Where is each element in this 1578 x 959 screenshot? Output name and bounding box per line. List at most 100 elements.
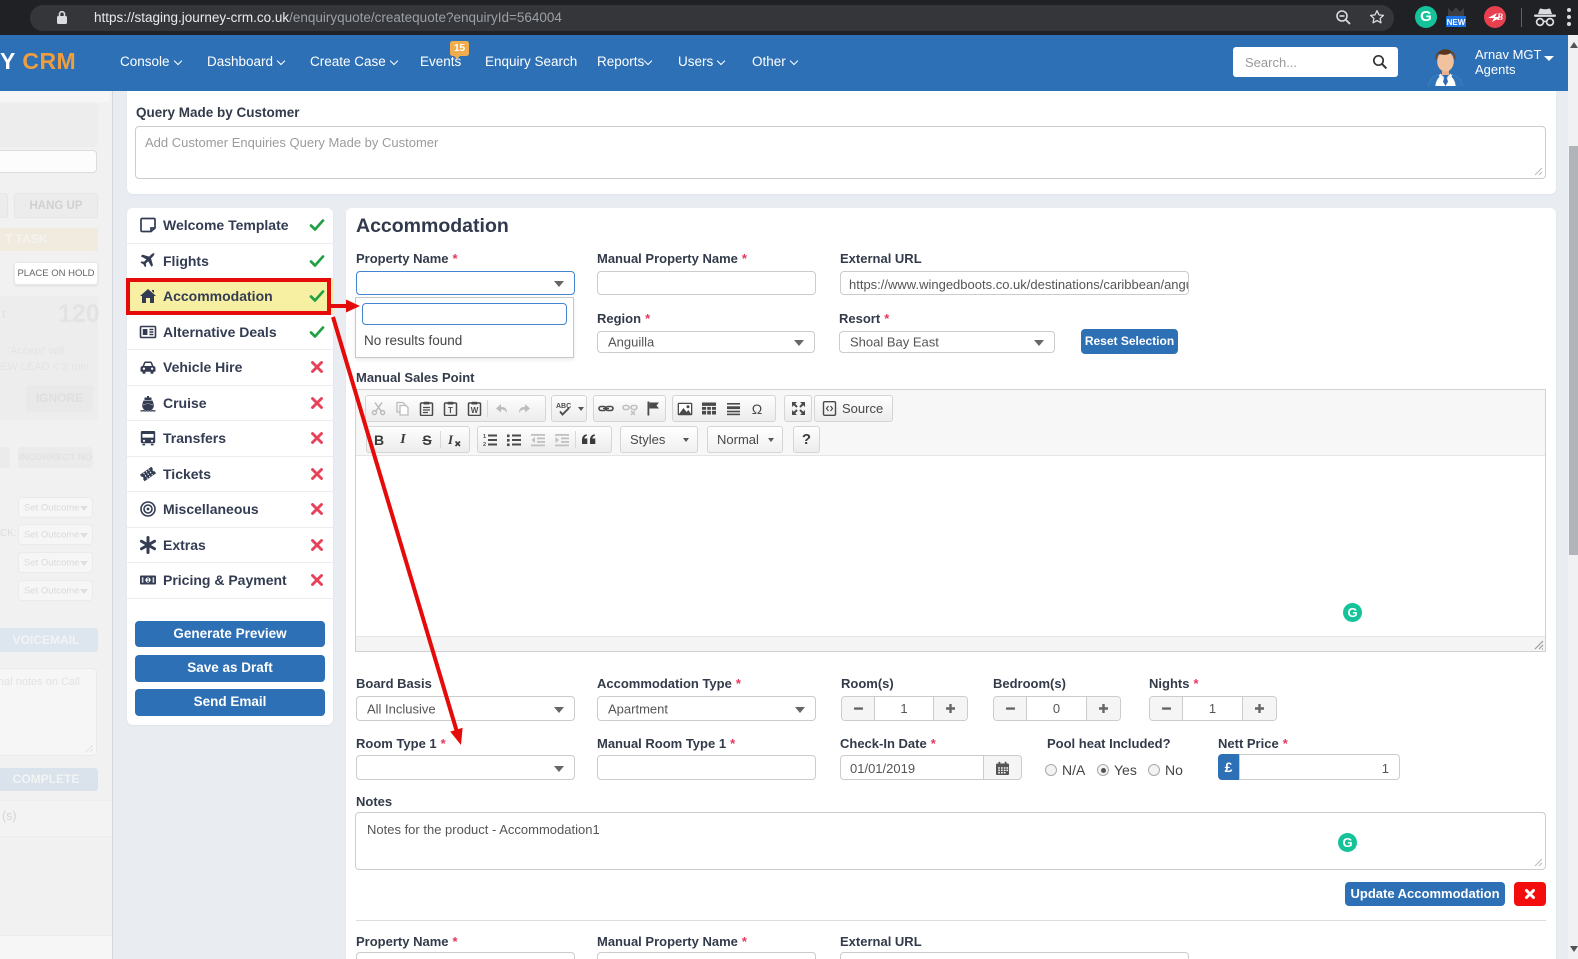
call-notes-textarea[interactable]: nal notes on Call: [0, 668, 97, 756]
bullet-list-icon[interactable]: [502, 427, 526, 452]
pool-heat-na-radio[interactable]: N/A: [1045, 762, 1085, 778]
dropdown-search-input[interactable]: [362, 303, 567, 325]
complete-button[interactable]: COMPLETE: [0, 768, 98, 791]
pool-heat-no-radio[interactable]: No: [1148, 762, 1183, 778]
region-select[interactable]: Anguilla: [597, 331, 815, 353]
sidebar-item-miscellaneous[interactable]: Miscellaneous: [127, 492, 333, 528]
sidebar-item-welcome-template[interactable]: Welcome Template: [127, 208, 333, 244]
rooms-increment-button[interactable]: [934, 697, 967, 720]
user-avatar[interactable]: [1427, 45, 1464, 86]
copy-icon[interactable]: [390, 396, 414, 421]
maximize-icon[interactable]: [785, 396, 811, 421]
grammarly-extension-icon[interactable]: G: [1415, 6, 1437, 28]
call-button[interactable]: [0, 193, 8, 218]
nav-enquiry-search[interactable]: Enquiry Search: [485, 54, 577, 69]
external-url-input-2[interactable]: [840, 952, 1189, 959]
nav-create-case[interactable]: Create Case: [310, 54, 399, 69]
paste-word-icon[interactable]: W: [462, 396, 486, 421]
property-name-select[interactable]: [356, 271, 575, 295]
search-icon[interactable]: [1372, 54, 1388, 70]
scrollbar-down-arrow[interactable]: [1570, 946, 1578, 952]
manual-room-type-input[interactable]: [597, 755, 816, 780]
url-text[interactable]: https://staging.journey-crm.co.uk/enquir…: [94, 10, 562, 25]
crm-logo[interactable]: Y CRM: [0, 48, 76, 75]
sidebar-item-flights[interactable]: Flights: [127, 244, 333, 280]
nav-search-box[interactable]: Search...: [1233, 47, 1398, 77]
browser-menu-icon[interactable]: [1567, 8, 1571, 28]
place-on-hold-button[interactable]: PLACE ON HOLD: [14, 262, 98, 285]
scrollbar-up-arrow[interactable]: [1570, 42, 1578, 48]
format-dropdown[interactable]: Normal: [707, 426, 783, 453]
new-extension-icon[interactable]: NEW: [1444, 6, 1468, 28]
nav-dashboard[interactable]: Dashboard: [207, 54, 286, 69]
bedrooms-decrement-button[interactable]: [994, 697, 1026, 720]
accommodation-type-select[interactable]: Apartment: [597, 696, 816, 721]
remove-format-icon[interactable]: I: [442, 427, 466, 452]
query-textarea[interactable]: Add Customer Enquiries Query Made by Cus…: [135, 126, 1546, 179]
remove-product-button[interactable]: [1514, 882, 1546, 906]
image-icon[interactable]: [673, 396, 697, 421]
reset-selection-button[interactable]: Reset Selection: [1081, 329, 1178, 354]
special-char-icon[interactable]: Ω: [745, 396, 769, 421]
set-outcome-select-3[interactable]: Set Outcome: [18, 552, 93, 573]
paste-icon[interactable]: [414, 396, 438, 421]
external-url-input[interactable]: https://www.wingedboots.co.uk/destinatio…: [840, 271, 1189, 295]
set-outcome-select-2[interactable]: Set Outcome: [18, 524, 93, 545]
horizontal-rule-icon[interactable]: [721, 396, 745, 421]
outdent-icon[interactable]: [526, 427, 550, 452]
about-button[interactable]: ?: [793, 426, 820, 453]
sidebar-item-vehicle-hire[interactable]: Vehicle Hire: [127, 350, 333, 386]
hang-up-button[interactable]: HANG UP: [14, 193, 98, 218]
source-button-label[interactable]: Source: [842, 401, 883, 416]
bedrooms-increment-button[interactable]: [1087, 697, 1120, 720]
incorrect-no-button[interactable]: INCORRECT NO: [18, 447, 93, 468]
unlink-icon[interactable]: [618, 396, 642, 421]
indent-icon[interactable]: [550, 427, 574, 452]
notes-textarea[interactable]: Notes for the product - Accommodation1 G: [355, 812, 1546, 870]
sidebar-item-accommodation[interactable]: Accommodation: [127, 279, 333, 315]
grammarly-icon[interactable]: G: [1343, 603, 1362, 622]
strike-icon[interactable]: S: [415, 427, 439, 452]
styles-dropdown[interactable]: Styles: [620, 426, 698, 453]
nav-reports[interactable]: Reports: [597, 54, 653, 69]
nett-price-input[interactable]: 1: [1239, 754, 1400, 780]
red-extension-icon[interactable]: B: [1484, 6, 1506, 28]
cut-icon[interactable]: [366, 396, 390, 421]
sidebar-item-tickets[interactable]: Tickets: [127, 457, 333, 493]
nav-console[interactable]: Console: [120, 54, 183, 69]
italic-icon[interactable]: I: [391, 427, 415, 452]
check-in-date-input[interactable]: 01/01/2019: [840, 755, 984, 780]
generate-preview-button[interactable]: Generate Preview: [135, 621, 325, 648]
nights-increment-button[interactable]: [1243, 697, 1276, 720]
source-icon[interactable]: [818, 396, 840, 421]
pool-heat-yes-radio[interactable]: Yes: [1097, 762, 1137, 778]
paste-text-icon[interactable]: T: [438, 396, 462, 421]
nights-decrement-button[interactable]: [1150, 697, 1182, 720]
dialer-input[interactable]: [0, 150, 97, 173]
send-email-button[interactable]: Send Email: [135, 689, 325, 716]
spellcheck-icon[interactable]: ABC: [552, 396, 578, 421]
sidebar-item-alternative-deals[interactable]: Alternative Deals: [127, 315, 333, 351]
search-input[interactable]: Search...: [1245, 55, 1297, 70]
scrollbar-thumb[interactable]: [1569, 146, 1578, 555]
zoom-out-icon[interactable]: [1335, 9, 1352, 26]
redo-icon[interactable]: [513, 396, 537, 421]
room-type-select[interactable]: [356, 755, 575, 780]
calendar-button[interactable]: [984, 755, 1022, 780]
sidebar-item-extras[interactable]: Extras: [127, 528, 333, 564]
grammarly-icon[interactable]: G: [1338, 833, 1357, 852]
save-as-draft-button[interactable]: Save as Draft: [135, 655, 325, 682]
manual-property-name-input[interactable]: [597, 271, 816, 295]
sidebar-item-pricing-payment[interactable]: 1 Pricing & Payment: [127, 563, 333, 599]
nav-users[interactable]: Users: [678, 54, 726, 69]
nights-value[interactable]: 1: [1182, 697, 1243, 720]
anchor-flag-icon[interactable]: [641, 396, 665, 421]
sidebar-item-transfers[interactable]: Transfers: [127, 421, 333, 457]
editor-content[interactable]: [356, 457, 1545, 637]
ordered-list-icon[interactable]: 12: [478, 427, 502, 452]
bedrooms-value[interactable]: 0: [1026, 697, 1087, 720]
bookmark-star-icon[interactable]: [1368, 8, 1386, 26]
nav-other[interactable]: Other: [752, 54, 799, 69]
resort-select[interactable]: Shoal Bay East: [839, 331, 1055, 353]
undo-icon[interactable]: [489, 396, 513, 421]
